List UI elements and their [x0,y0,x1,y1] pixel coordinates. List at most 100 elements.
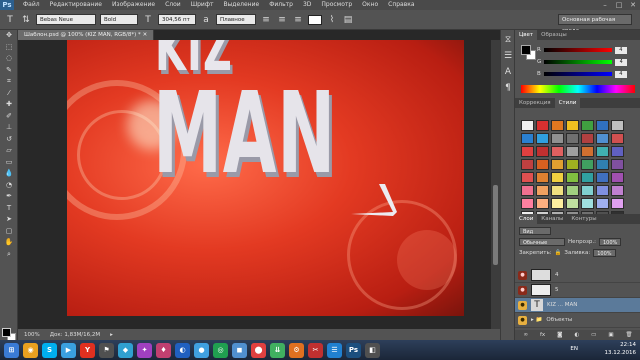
font-family-select[interactable]: Bebas Neue [36,14,96,25]
clone-stamp-tool-icon[interactable]: ⊥ [0,122,18,134]
style-swatch[interactable] [581,185,594,196]
style-swatch[interactable] [521,133,534,144]
panel-foreground-color[interactable] [521,45,531,55]
color-spectrum[interactable] [521,85,635,93]
taskbar-app-icon[interactable]: ◼ [232,342,247,358]
style-swatch[interactable] [611,133,624,144]
red-slider[interactable] [543,48,612,52]
visibility-eye-icon[interactable]: ● [518,300,527,310]
blend-mode-select[interactable]: Обычные [519,238,565,246]
style-swatch[interactable] [536,146,549,157]
menu-select[interactable]: Выделение [218,0,264,10]
scrollbar-thumb[interactable] [493,185,498,265]
style-swatch[interactable] [551,185,564,196]
paragraph-panel-icon[interactable]: ¶ [502,82,514,94]
style-swatch[interactable] [611,198,624,209]
visibility-eye-icon[interactable]: ● [518,285,527,295]
visibility-eye-icon[interactable]: ● [518,315,527,325]
style-swatch[interactable] [566,185,579,196]
layer-row[interactable]: ● 4 [515,268,640,283]
link-layers-icon[interactable]: ∞ [523,332,528,338]
visibility-eye-icon[interactable]: ● [518,270,527,280]
lock-icon[interactable]: 🔒 [555,250,562,256]
taskbar-app-icon[interactable]: ⚑ [99,342,114,358]
menu-window[interactable]: Окно [357,0,383,10]
eyedropper-tool-icon[interactable]: ⁄ [0,88,18,100]
zoom-tool-icon[interactable]: ⌕ [0,249,18,261]
canvas-area[interactable]: KIZ MAN [18,40,491,329]
history-brush-tool-icon[interactable]: ↺ [0,134,18,146]
font-size-select[interactable]: 304,56 пт [158,14,196,25]
warp-text-icon[interactable]: ⌇ [326,14,338,26]
menu-file[interactable]: Файл [18,0,45,10]
menu-3d[interactable]: 3D [298,0,316,10]
style-swatch[interactable] [521,159,534,170]
blue-slider[interactable] [543,72,612,76]
character-panel-icon[interactable]: A [502,66,514,78]
antialias-select[interactable]: Плавное [216,14,256,25]
style-swatch[interactable] [581,172,594,183]
style-swatch[interactable] [611,172,624,183]
tab-swatches[interactable]: Образцы [537,30,571,40]
style-swatch[interactable] [596,146,609,157]
style-swatch[interactable] [551,120,564,131]
taskbar-app-icon[interactable]: ◐ [175,342,190,358]
properties-panel-icon[interactable]: ☰ [502,50,514,62]
start-button-icon[interactable]: ⊞ [4,342,19,358]
taskbar-app-icon[interactable]: ◧ [365,342,380,358]
style-swatch[interactable] [536,120,549,131]
style-swatch[interactable] [596,159,609,170]
type-tool-icon[interactable]: T [4,14,16,26]
style-swatch[interactable] [521,146,534,157]
taskbar-app-icon[interactable]: Ps [346,342,361,358]
document-info[interactable]: Док: 1,83M/16,2M [50,332,100,338]
hand-tool-icon[interactable]: ✋ [0,237,18,249]
green-value[interactable]: 4 [615,58,628,66]
style-swatch[interactable] [596,120,609,131]
align-left-icon[interactable]: ≡ [260,14,272,26]
new-layer-icon[interactable]: ▣ [608,332,613,338]
artwork[interactable]: KIZ MAN [67,40,464,316]
layer-row[interactable]: ● 5 [515,283,640,298]
style-swatch[interactable] [536,185,549,196]
style-swatch[interactable] [521,120,534,131]
taskbar-app-icon[interactable]: ✦ [137,342,152,358]
style-swatch[interactable] [596,133,609,144]
dodge-tool-icon[interactable]: ◔ [0,180,18,192]
tab-layers[interactable]: Слои [515,214,538,224]
opacity-input[interactable]: 100% [599,238,622,246]
style-swatch[interactable] [596,198,609,209]
pen-tool-icon[interactable]: ✒ [0,191,18,203]
foreground-color-swatch[interactable] [2,328,11,337]
taskbar-app-icon[interactable]: S [42,342,57,358]
status-arrow-icon[interactable]: ▸ [110,332,113,338]
style-swatch[interactable] [611,120,624,131]
style-swatch[interactable] [551,172,564,183]
document-tab[interactable]: Шаблон.psd @ 100% (KIZ MAN, RGB/8*) * ✕ [18,30,155,40]
green-slider[interactable] [544,60,613,64]
style-swatch[interactable] [536,172,549,183]
taskbar-app-icon[interactable]: ✂ [308,342,323,358]
taskbar-app-icon[interactable]: Y [80,342,95,358]
vertical-scrollbar[interactable] [491,40,500,329]
add-mask-icon[interactable]: ◙ [557,332,562,338]
taskbar-app-icon[interactable]: ⚙ [289,342,304,358]
layer-group-row[interactable]: ● ▸ 📁 Объекты [515,313,640,328]
style-swatch[interactable] [551,133,564,144]
style-swatch[interactable] [521,185,534,196]
style-swatch[interactable] [581,133,594,144]
tab-adjustments[interactable]: Коррекция [515,98,555,108]
language-indicator[interactable]: EN [570,346,578,352]
delete-layer-icon[interactable]: 🗑 [625,332,632,338]
style-swatch[interactable] [536,159,549,170]
style-swatch[interactable] [566,198,579,209]
minimize-icon[interactable]: – [598,0,612,10]
taskbar-app-icon[interactable]: ◉ [23,342,38,358]
style-swatch[interactable] [581,120,594,131]
lasso-tool-icon[interactable]: ◌ [0,53,18,65]
layer-fx-icon[interactable]: fx [540,332,545,338]
style-swatch[interactable] [551,146,564,157]
align-right-icon[interactable]: ≡ [292,14,304,26]
text-color-swatch[interactable] [308,14,322,25]
taskbar-app-icon[interactable]: ♦ [156,342,171,358]
